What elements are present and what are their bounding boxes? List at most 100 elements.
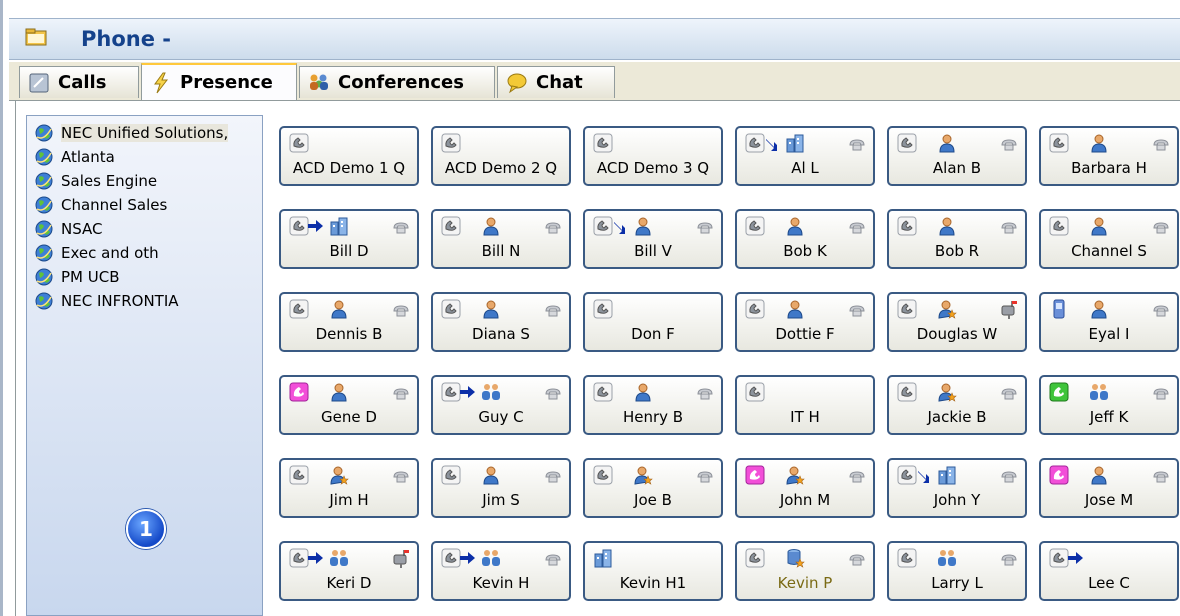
contact-card[interactable]: Douglas W [887,292,1027,352]
handset-icon [695,382,715,402]
contact-card[interactable]: Joe B [583,458,723,518]
handset-icon [543,465,563,485]
handset-icon [847,548,867,568]
arrow-down-icon [610,216,630,236]
contact-card[interactable]: Kevin P [735,541,875,601]
tab-label: Chat [536,72,583,93]
building-icon [593,548,613,568]
tree-item[interactable]: Sales Engine [35,170,157,192]
contact-card[interactable]: Lee C [1039,541,1179,601]
tab-chat[interactable]: Chat [497,66,615,98]
tab-conferences[interactable]: Conferences [299,66,495,98]
tree-item[interactable]: NEC Unified Solutions, [35,122,229,144]
phone-icon [745,548,765,568]
contact-name: Jim S [482,491,520,509]
person-icon [633,382,653,402]
contact-name: ACD Demo 3 Q [596,159,710,177]
contact-card[interactable]: Dottie F [735,292,875,352]
calls-icon [29,73,49,92]
contact-card[interactable]: Diana S [431,292,571,352]
tree-item[interactable]: PM UCB [35,266,120,288]
contact-card[interactable]: Bill N [431,209,571,269]
lightning-icon [154,72,169,93]
group-icon [481,548,501,568]
contact-card[interactable]: Kevin H1 [583,541,723,601]
mailbox-icon [391,548,411,568]
contact-card[interactable]: Channel S [1039,209,1179,269]
contact-card[interactable]: Jose M [1039,458,1179,518]
building-icon [785,133,805,153]
tree-item[interactable]: NSAC [35,218,103,240]
phone-icon [593,299,613,319]
contact-card[interactable]: ACD Demo 1 Q [279,126,419,186]
tab-strip: Calls Presence Conferences Chat [9,62,1180,101]
contact-card[interactable]: Keri D [279,541,419,601]
contact-name: Dennis B [315,325,383,343]
contact-card[interactable]: Henry B [583,375,723,435]
contact-card[interactable]: Alan B [887,126,1027,186]
tab-calls[interactable]: Calls [19,66,139,98]
contact-card[interactable]: Bill V [583,209,723,269]
contact-card[interactable]: Eyal I [1039,292,1179,352]
contact-card[interactable]: Don F [583,292,723,352]
contact-card[interactable]: Bill D [279,209,419,269]
contact-name: Jose M [1084,491,1134,509]
green-phone-icon [1049,382,1069,402]
tab-label: Presence [180,72,273,93]
step-number-badge: 1 [126,509,166,549]
contact-card[interactable]: Gene D [279,375,419,435]
contact-card[interactable]: Guy C [431,375,571,435]
contact-card[interactable]: Bob K [735,209,875,269]
phone-icon [593,465,613,485]
contact-card[interactable]: Jim H [279,458,419,518]
handset-icon [543,548,563,568]
contact-card[interactable]: John M [735,458,875,518]
phone-icon [441,216,461,236]
person-icon [937,216,957,236]
handset-icon [999,216,1019,236]
contact-card[interactable]: ACD Demo 3 Q [583,126,723,186]
contact-name: Channel S [1071,242,1147,260]
contact-name: Bill N [481,242,521,260]
contact-card[interactable]: Jackie B [887,375,1027,435]
contact-card[interactable]: Dennis B [279,292,419,352]
handset-icon [847,133,867,153]
handset-icon [1151,133,1171,153]
contact-card[interactable]: Jeff K [1039,375,1179,435]
contact-card[interactable]: Al L [735,126,875,186]
person-away-icon [633,465,653,485]
contact-card[interactable]: Bob R [887,209,1027,269]
contact-card[interactable]: Kevin H [431,541,571,601]
pink-phone-icon [289,382,309,402]
contact-card[interactable]: Barbara H [1039,126,1179,186]
tree-item[interactable]: Atlanta [35,146,115,168]
tree-item-label: NEC INFRONTIA [61,292,179,310]
contact-name: John M [779,491,831,509]
handset-icon [391,299,411,319]
handset-icon [543,216,563,236]
tree-item[interactable]: NEC INFRONTIA [35,290,179,312]
group-tree-panel: 1 NEC Unified Solutions, Atlanta Sales Eng… [26,115,263,616]
phone-icon [441,299,461,319]
phone-icon [745,299,765,319]
group-icon [1089,382,1109,402]
tree-item[interactable]: Channel Sales [35,194,167,216]
phone-icon [289,299,309,319]
person-icon [329,299,349,319]
handset-icon [1151,216,1171,236]
phone-icon [441,465,461,485]
contact-card[interactable]: John Y [887,458,1027,518]
contact-card[interactable]: ACD Demo 2 Q [431,126,571,186]
contact-name: Alan B [932,159,982,177]
tree-item[interactable]: Exec and oth [35,242,159,264]
person-away-icon [785,465,805,485]
contact-card[interactable]: Larry L [887,541,1027,601]
contact-name: Bill V [634,242,672,260]
contact-card[interactable]: IT H [735,375,875,435]
chat-bubble-icon [507,73,527,93]
contact-card[interactable]: Jim S [431,458,571,518]
person-away-icon [329,465,349,485]
group-icon [937,548,957,568]
tab-presence[interactable]: Presence [141,63,297,100]
arrow-right-icon [1065,548,1085,568]
